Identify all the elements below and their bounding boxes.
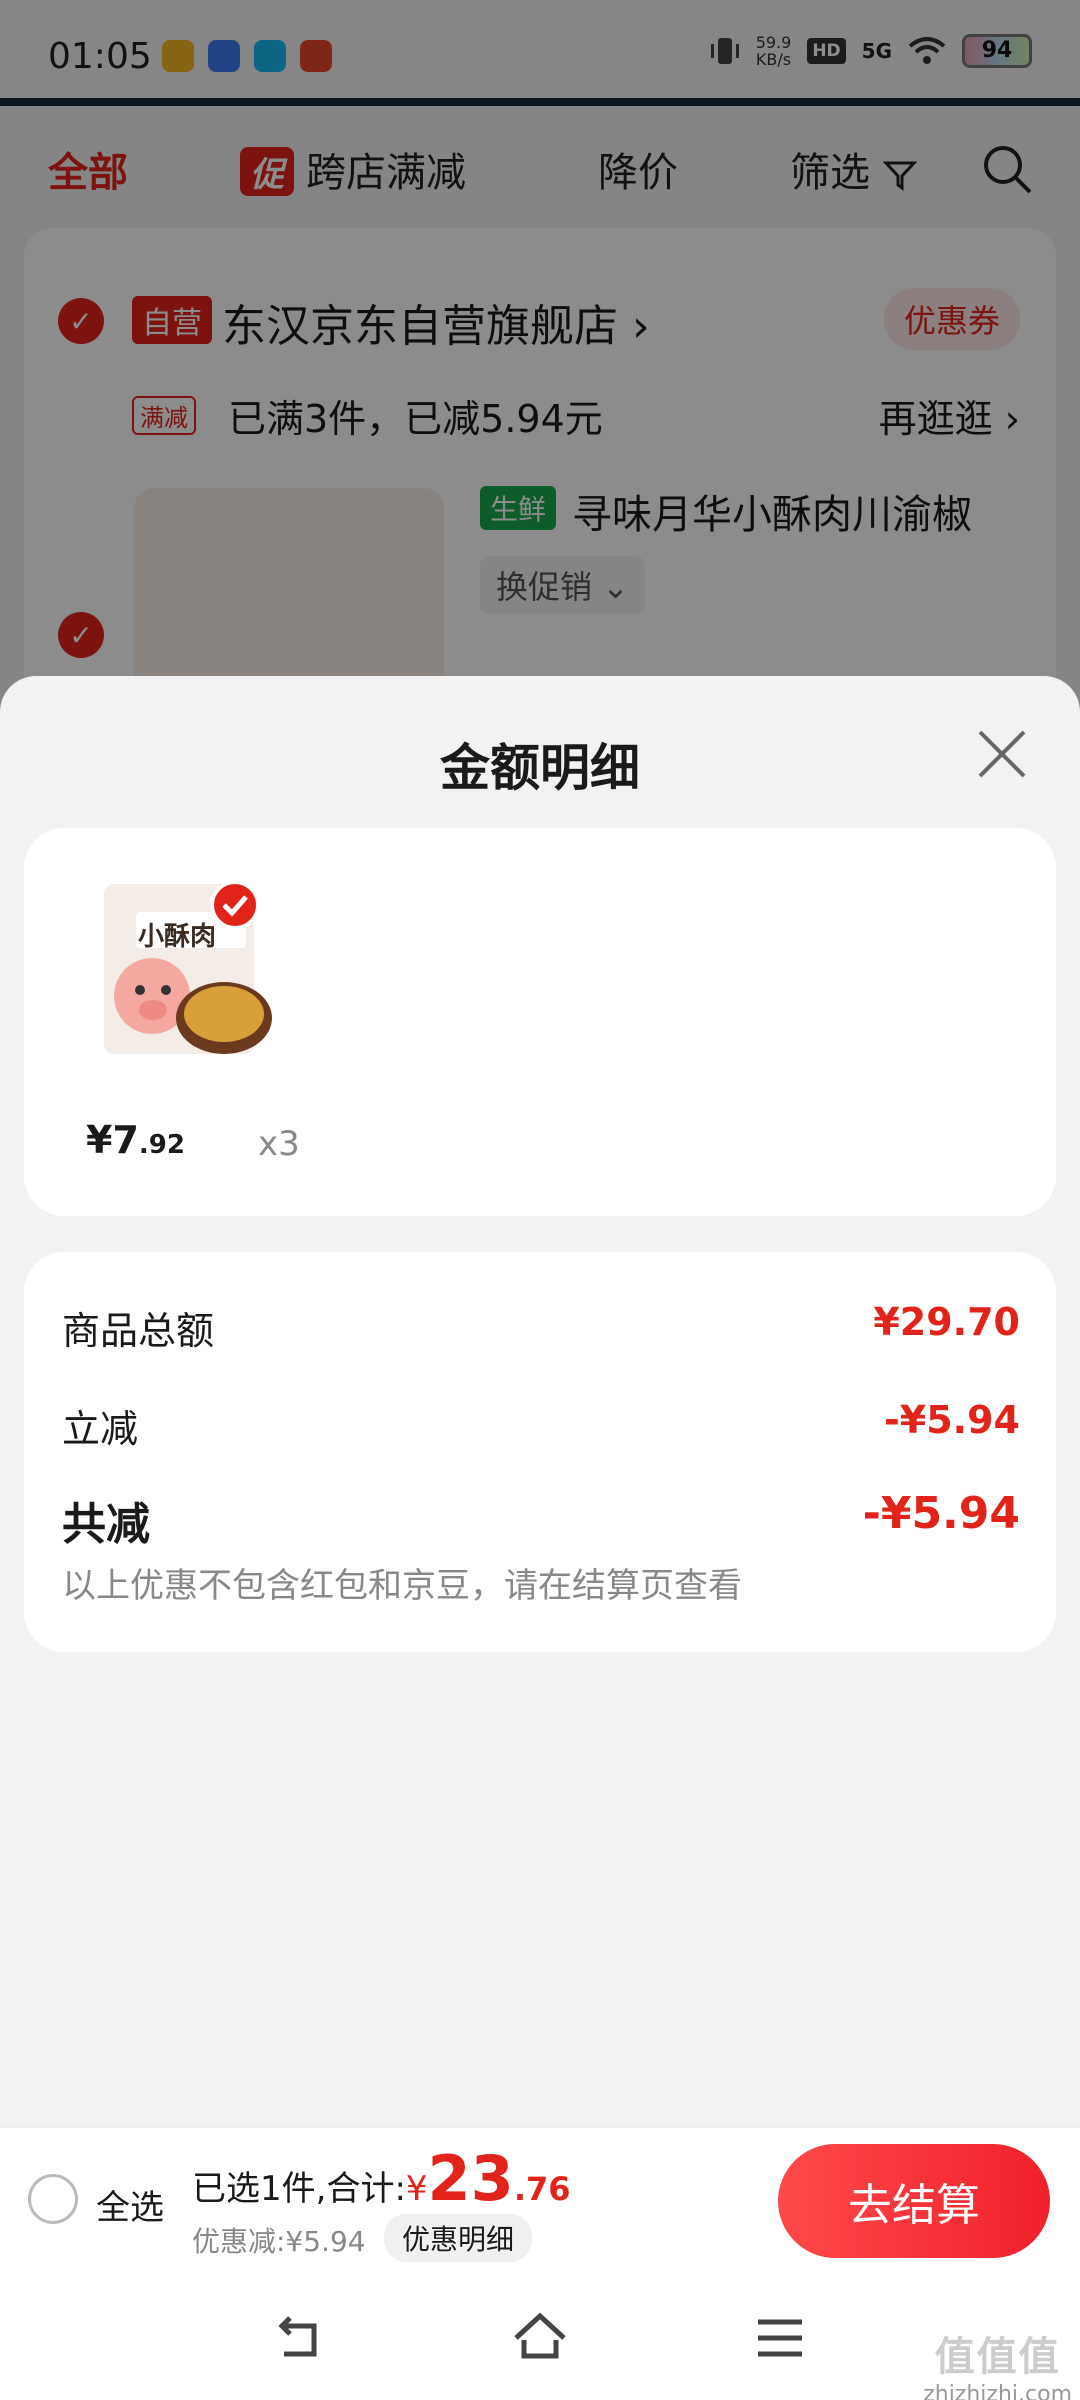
home-icon[interactable] <box>512 2310 568 2366</box>
total-decimal: .76 <box>513 2170 571 2208</box>
instant-off-label: 立减 <box>62 1407 139 1451</box>
menu-icon[interactable] <box>752 2310 808 2366</box>
discount-detail-button[interactable]: 优惠明细 <box>384 2214 533 2262</box>
item-price: ¥7.92 <box>86 1118 185 1162</box>
instant-off-value: -¥5.94 <box>884 1398 1020 1442</box>
total-off-value: -¥5.94 <box>862 1488 1020 1539</box>
item-quantity: x3 <box>258 1124 300 1164</box>
thumbnail-label: 小酥肉 <box>138 922 217 952</box>
total-integer: 23 <box>427 2142 514 2215</box>
item-selected-check-icon <box>210 880 260 930</box>
select-all-label[interactable]: 全选 <box>96 2180 164 2229</box>
select-all-checkbox[interactable] <box>28 2174 78 2224</box>
total-off-label: 共减 <box>62 1499 150 1550</box>
summary-card: 商品总额 ¥29.70 立减 -¥5.94 共减 -¥5.94 以上优惠不包含红… <box>24 1252 1056 1652</box>
amount-detail-sheet: 金额明细 小酥肉 ¥7.92 x3 商品总额 ¥29.70 立减 -¥5.94 … <box>0 676 1080 2126</box>
total-currency: ¥ <box>405 2169 428 2209</box>
system-nav-bar <box>0 2274 1080 2400</box>
watermark: 值值值 zhizhizhi.com <box>923 2334 1072 2400</box>
sheet-title: 金额明细 <box>440 739 640 797</box>
close-icon[interactable] <box>974 726 1030 782</box>
total-summary: 已选1件,合计: ¥ 23 .76 <box>192 2142 571 2215</box>
discount-note: 以上优惠不包含红包和京豆，请在结算页查看 <box>62 1566 742 1606</box>
product-thumbnail <box>104 884 272 1054</box>
discount-amount: 优惠减:¥5.94 <box>192 2225 366 2258</box>
checkout-bar: 全选 已选1件,合计: ¥ 23 .76 优惠减:¥5.94 优惠明细 去结算 <box>0 2126 1080 2274</box>
selected-count-text: 已选1件,合计: <box>192 2169 406 2209</box>
item-card: 小酥肉 ¥7.92 x3 <box>24 828 1056 1216</box>
back-icon[interactable] <box>270 2310 326 2366</box>
goods-total-label: 商品总额 <box>62 1309 215 1353</box>
checkout-button[interactable]: 去结算 <box>778 2144 1050 2258</box>
goods-total-value: ¥29.70 <box>873 1300 1020 1344</box>
